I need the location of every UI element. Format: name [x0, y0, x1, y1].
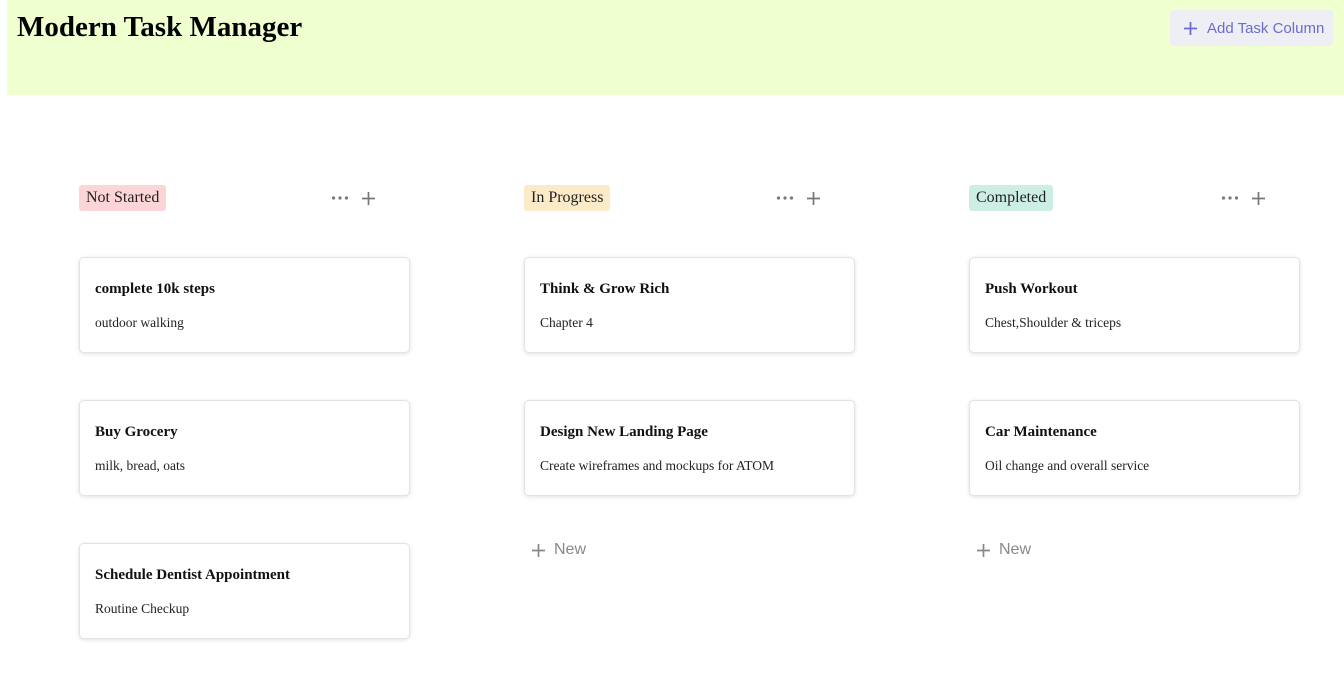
task-description: outdoor walking	[95, 315, 184, 330]
more-options-icon[interactable]	[1220, 189, 1240, 207]
task-title: Design New Landing Page	[540, 424, 708, 440]
card-list: Push Workout Chest,Shoulder & triceps Ca…	[969, 257, 1302, 543]
add-card-icon[interactable]	[358, 189, 378, 207]
task-card[interactable]: Design New Landing Page Create wireframe…	[524, 400, 855, 496]
add-card-icon[interactable]	[1248, 189, 1268, 207]
column-not-started: Not Started complete 10k steps outdoor w…	[79, 185, 412, 639]
app-header: Modern Task Manager Add Task Column	[7, 0, 1344, 95]
card-list: Think & Grow Rich Chapter 4 Design New L…	[524, 257, 857, 543]
add-card-icon[interactable]	[803, 189, 823, 207]
more-options-icon[interactable]	[330, 189, 350, 207]
column-actions	[1220, 189, 1276, 207]
more-options-icon[interactable]	[775, 189, 795, 207]
column-header: Not Started	[79, 185, 412, 211]
task-card[interactable]: Think & Grow Rich Chapter 4	[524, 257, 855, 353]
task-title: Car Maintenance	[985, 424, 1097, 440]
new-card-label: New	[999, 541, 1032, 558]
task-title: Think & Grow Rich	[540, 281, 670, 297]
new-card-button[interactable]: New	[976, 541, 1031, 559]
status-badge-completed[interactable]: Completed	[969, 185, 1054, 211]
task-description: Chapter 4	[540, 315, 593, 330]
task-card[interactable]: Car Maintenance Oil change and overall s…	[969, 400, 1300, 496]
column-header: In Progress	[524, 185, 857, 211]
page-title: Modern Task Manager	[17, 11, 303, 43]
plus-icon	[977, 543, 990, 557]
plus-icon	[1184, 21, 1197, 35]
task-card[interactable]: complete 10k steps outdoor walking	[79, 257, 410, 353]
task-description: Create wireframes and mockups for ATOM	[540, 458, 775, 473]
new-card-label: New	[554, 541, 587, 558]
column-completed: Completed Push Workout Chest,Shoulder & …	[969, 185, 1302, 558]
task-title: complete 10k steps	[95, 281, 215, 297]
add-task-column-button[interactable]: Add Task Column	[1170, 10, 1333, 46]
task-description: Routine Checkup	[95, 601, 190, 616]
task-title: Push Workout	[985, 281, 1078, 297]
column-in-progress: In Progress Think & Grow Rich Chapter 4 …	[524, 185, 857, 558]
task-description: Chest,Shoulder & triceps	[985, 315, 1122, 330]
task-title: Buy Grocery	[95, 424, 178, 440]
status-badge-in-progress[interactable]: In Progress	[524, 185, 611, 211]
column-actions	[330, 189, 386, 207]
task-description: Oil change and overall service	[985, 458, 1150, 473]
plus-icon	[532, 543, 545, 557]
task-title: Schedule Dentist Appointment	[95, 567, 291, 583]
column-header: Completed	[969, 185, 1302, 211]
column-actions	[775, 189, 831, 207]
status-badge-not-started[interactable]: Not Started	[79, 185, 167, 211]
add-task-column-label: Add Task Column	[1207, 19, 1325, 37]
task-card[interactable]: Push Workout Chest,Shoulder & triceps	[969, 257, 1300, 353]
task-card[interactable]: Buy Grocery milk, bread, oats	[79, 400, 410, 496]
card-list: complete 10k steps outdoor walking Buy G…	[79, 257, 412, 686]
task-description: milk, bread, oats	[95, 458, 185, 473]
new-card-button[interactable]: New	[531, 541, 586, 559]
